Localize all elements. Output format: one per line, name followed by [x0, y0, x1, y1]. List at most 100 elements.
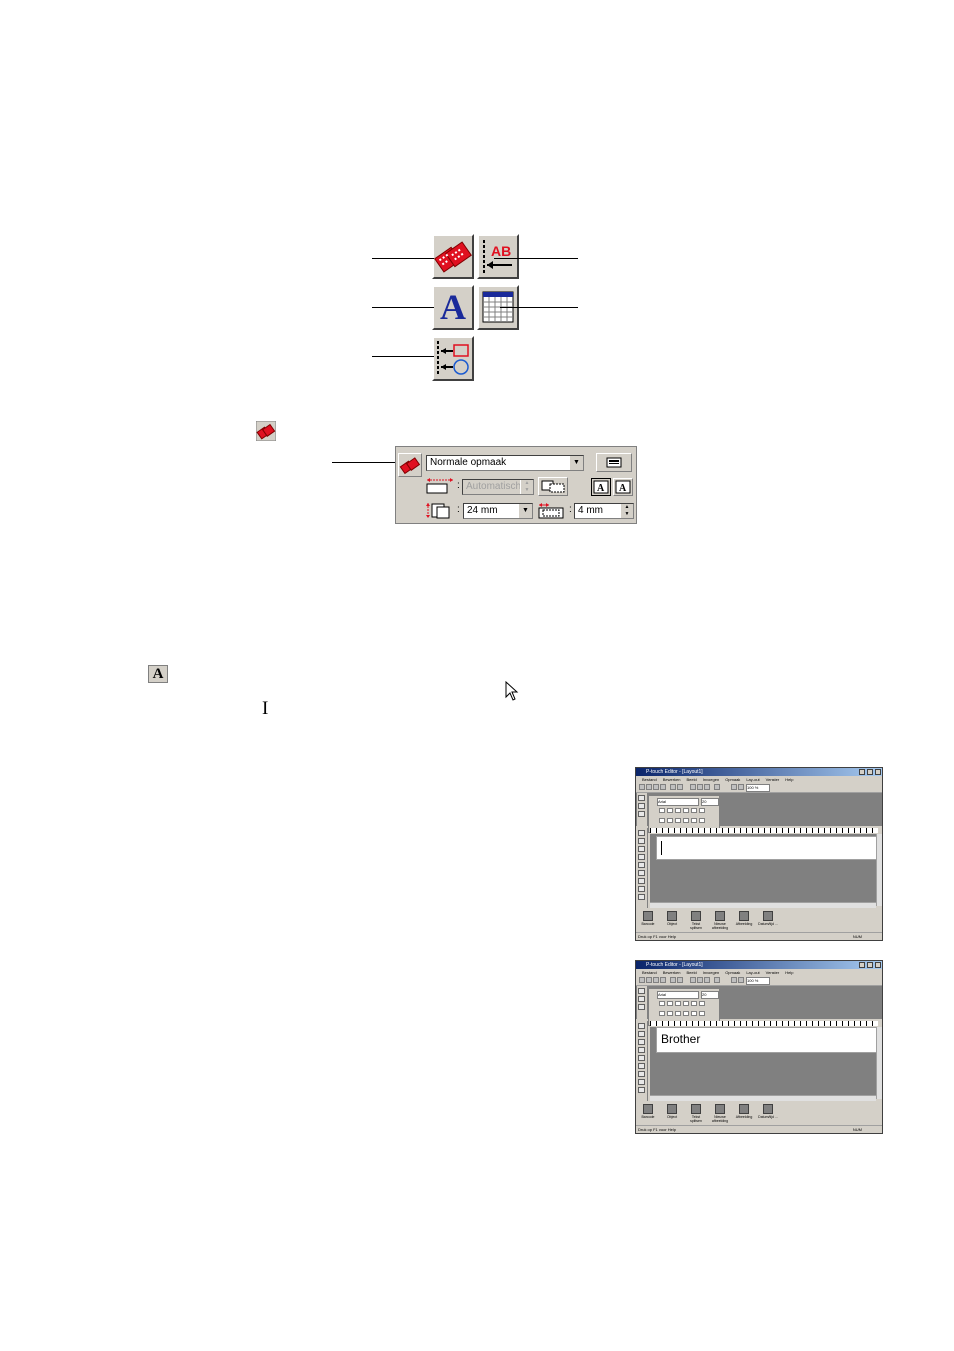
- text-tool-icon: A: [440, 287, 466, 327]
- left-toolbar-tools: [637, 828, 648, 908]
- inline-text-tool-icon: A: [148, 665, 168, 683]
- maximize-icon[interactable]: [867, 962, 873, 968]
- menu-help[interactable]: Help: [785, 777, 793, 782]
- date-time-button[interactable]: Datum/tijd ...: [758, 911, 778, 926]
- num-lock-indicator: NUM: [852, 934, 862, 939]
- panel-layout-button[interactable]: [398, 453, 422, 477]
- colon: :: [457, 480, 460, 491]
- format-select-value: Normale opmaak: [430, 457, 507, 468]
- menu-file[interactable]: Bestand: [642, 777, 657, 782]
- horizontal-scrollbar[interactable]: [650, 1095, 876, 1101]
- text-properties-icon-label: AB: [491, 243, 511, 259]
- label-text: Brother: [661, 1032, 701, 1046]
- printer-icon: [606, 457, 622, 468]
- ibeam-cursor-icon: I: [262, 698, 269, 719]
- menu-help[interactable]: Help: [785, 970, 793, 975]
- menu-window[interactable]: Venster: [766, 970, 780, 975]
- barcode-button[interactable]: Barcode: [638, 1104, 658, 1119]
- menu-insert[interactable]: Invoegen: [703, 777, 719, 782]
- window-titlebar: P-touch Editor - [Layout1]: [636, 768, 882, 776]
- text-horizontal-button[interactable]: A: [591, 478, 611, 496]
- object-button[interactable]: Object: [662, 1104, 682, 1119]
- text-properties-button[interactable]: AB: [477, 234, 519, 279]
- left-toolbar-tools: [637, 1021, 648, 1101]
- font-size[interactable]: 20: [701, 798, 719, 806]
- image-button[interactable]: Afbeelding: [734, 911, 754, 926]
- menu-edit[interactable]: Bewerken: [663, 970, 681, 975]
- width-value: 24 mm: [467, 505, 498, 516]
- width-select[interactable]: 24 mm ▼: [463, 503, 533, 519]
- text-tool-button[interactable]: A: [432, 285, 474, 330]
- close-icon[interactable]: [875, 769, 881, 775]
- font-name[interactable]: Arial: [657, 991, 699, 999]
- layout-properties-icon: [399, 457, 421, 475]
- date-time-button[interactable]: Datum/tijd ...: [758, 1104, 778, 1119]
- label-paper[interactable]: [656, 836, 878, 860]
- image-button[interactable]: Afbeelding: [734, 1104, 754, 1119]
- spin-icon[interactable]: ▲ ▼: [520, 480, 533, 494]
- chevron-down-icon[interactable]: ▼: [569, 456, 583, 470]
- menu-layout[interactable]: Lay-out: [746, 777, 759, 782]
- window-title: P-touch Editor - [Layout1]: [646, 769, 703, 775]
- callout-line-panel: [332, 462, 398, 463]
- label-paper[interactable]: Brother: [656, 1027, 878, 1053]
- status-text: Druk op F1 voor Help: [638, 1127, 677, 1132]
- menu-format[interactable]: Opmaak: [725, 970, 740, 975]
- menu-view[interactable]: Beeld: [686, 777, 696, 782]
- menu-edit[interactable]: Bewerken: [663, 777, 681, 782]
- menu-layout[interactable]: Lay-out: [746, 970, 759, 975]
- mini-window-empty: P-touch Editor - [Layout1] Bestand Bewerk…: [635, 767, 883, 941]
- new-image-button[interactable]: Nieuwe afbeelding: [710, 1104, 730, 1123]
- minimize-icon[interactable]: [859, 769, 865, 775]
- vertical-scrollbar[interactable]: [876, 1027, 882, 1099]
- window-titlebar: P-touch Editor - [Layout1]: [636, 961, 882, 969]
- margin-value: 4 mm: [578, 505, 603, 516]
- layout-properties-icon: [434, 241, 472, 273]
- minimize-icon[interactable]: [859, 962, 865, 968]
- spin-icon[interactable]: ▲ ▼: [620, 504, 633, 518]
- layout-properties-button[interactable]: [432, 234, 474, 279]
- callout-line-table: [500, 307, 578, 308]
- zoom-select[interactable]: 100 %: [746, 784, 770, 792]
- font-size[interactable]: 20: [701, 991, 719, 999]
- menu-bar: Bestand Bewerken Beeld Invoegen Opmaak Lay-ou…: [636, 776, 882, 783]
- horizontal-scrollbar[interactable]: [650, 902, 876, 908]
- auto-length-button[interactable]: [538, 477, 568, 496]
- split-text-button[interactable]: Tekst splitsen: [686, 1104, 706, 1123]
- num-lock-indicator: NUM: [852, 1127, 862, 1132]
- chevron-down-icon[interactable]: ▼: [518, 504, 532, 518]
- standard-toolbar: 100 %: [636, 783, 882, 793]
- menu-format[interactable]: Opmaak: [725, 777, 740, 782]
- colon: :: [457, 504, 460, 515]
- font-name[interactable]: Arial: [657, 798, 699, 806]
- arrow-cursor-icon: [505, 681, 519, 701]
- format-select[interactable]: Normale opmaak ▼: [426, 455, 584, 471]
- inline-layout-properties-icon: [256, 421, 276, 441]
- layout-properties-panel: Normale opmaak ▼ : Automatisch ▲ ▼ A A:…: [395, 446, 637, 524]
- vertical-scrollbar[interactable]: [876, 834, 882, 906]
- zoom-select[interactable]: 100 %: [746, 977, 770, 985]
- menu-window[interactable]: Venster: [766, 777, 780, 782]
- window-title: P-touch Editor - [Layout1]: [646, 962, 703, 968]
- length-input[interactable]: Automatisch ▲ ▼: [462, 479, 534, 495]
- margin-input[interactable]: 4 mm ▲ ▼: [574, 503, 634, 519]
- callout-line-object: [372, 356, 434, 357]
- standard-toolbar: 100 %: [636, 976, 882, 986]
- close-icon[interactable]: [875, 962, 881, 968]
- split-text-button[interactable]: Tekst splitsen: [686, 911, 706, 930]
- menu-file[interactable]: Bestand: [642, 970, 657, 975]
- new-image-button[interactable]: Nieuwe afbeelding: [710, 911, 730, 930]
- maximize-icon[interactable]: [867, 769, 873, 775]
- object-button[interactable]: Object: [662, 911, 682, 926]
- colon: :: [569, 504, 572, 515]
- text-vertical-button[interactable]: A: [613, 478, 633, 496]
- print-button[interactable]: [596, 453, 632, 472]
- inline-text-tool-label: A: [152, 666, 164, 682]
- object-layout-button[interactable]: [432, 336, 474, 381]
- menu-view[interactable]: Beeld: [686, 970, 696, 975]
- barcode-button[interactable]: Barcode: [638, 911, 658, 926]
- menu-insert[interactable]: Invoegen: [703, 970, 719, 975]
- tape-width-icon: [426, 503, 450, 519]
- callout-line-layout: [372, 258, 434, 259]
- margin-icon: [538, 503, 564, 519]
